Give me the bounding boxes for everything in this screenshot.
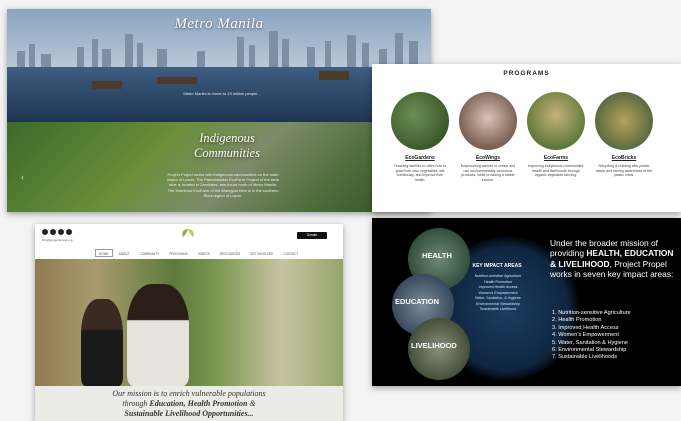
impact-panel: HEALTH EDUCATION LIVELIHOOD KEY IMPACT A… — [372, 218, 681, 386]
indigenous-title-line2: Communities — [194, 146, 260, 160]
donate-button[interactable]: Donate — [297, 232, 327, 239]
mission-line1: Our mission is to enrich vulnerable popu… — [112, 389, 266, 398]
program-label[interactable]: EcoBricks — [592, 155, 656, 161]
key-impact-title: KEY IMPACT AREAS — [472, 263, 522, 269]
health-label: HEALTH — [422, 251, 452, 260]
indigenous-text: Project Propel works with indigenous com… — [167, 172, 279, 198]
indigenous-title-line1: Indigenous — [199, 131, 255, 145]
indigenous-title: Indigenous Communities — [157, 131, 297, 161]
program-description: Improving indigenous communities' health… — [527, 164, 585, 177]
facebook-icon[interactable] — [42, 229, 48, 235]
mission-line3: Sustainable Livelihood Opportunities... — [124, 409, 254, 418]
ecofarms-photo — [527, 92, 585, 150]
contact-email[interactable]: info@projectpropel.org — [42, 238, 72, 242]
mission-line2-post: & — [247, 399, 256, 408]
hero-photo — [35, 259, 343, 386]
ecowings-photo — [459, 92, 517, 150]
twitter-icon[interactable] — [58, 229, 64, 235]
mission-line2-bold: Education, Health Promotion — [149, 399, 248, 408]
program-description: Recycling & building with plastic waste … — [595, 164, 653, 177]
impact-area-item: 5. Water, Sanitation & Hygiene — [552, 339, 628, 346]
program-ecogardens[interactable]: EcoGardens Teaching families in cities h… — [388, 92, 452, 182]
program-ecowings[interactable]: EcoWings Empowering women to create and … — [456, 92, 520, 182]
mission-line2-pre: through — [122, 399, 150, 408]
impact-areas-list: 1. Nutrition-sensitive Agriculture 2. He… — [552, 310, 677, 362]
impact-area-item: 3. Improved Health Access — [552, 324, 619, 331]
project-propel-logo[interactable] — [177, 227, 199, 241]
program-description: Teaching families in cities how to grow … — [393, 164, 447, 182]
nav-home[interactable]: HOME — [95, 249, 113, 257]
impact-area-item: 6. Environmental Stewardship — [552, 347, 627, 354]
instagram-icon[interactable] — [50, 229, 56, 235]
girl-figure — [81, 299, 123, 386]
impact-area-item: 1. Nutrition-sensitive Agriculture — [552, 310, 631, 316]
impact-intro-text: Under the broader mission of providing H… — [550, 238, 675, 280]
program-description: Empowering women to create and use envir… — [460, 164, 516, 182]
livelihood-label: LIVELIHOOD — [411, 341, 457, 350]
metro-manila-text: Metro Manila is home to 13 million peopl… — [183, 91, 261, 96]
youtube-icon[interactable] — [66, 229, 72, 235]
program-label[interactable]: EcoFarms — [524, 155, 588, 161]
ecogardens-photo — [391, 92, 449, 150]
programs-panel: PROGRAMS EcoGardens Teaching families in… — [372, 64, 681, 212]
nav-resources[interactable]: RESOURCES — [216, 249, 244, 257]
impact-area-item: 4. Women's Empowerment — [552, 332, 619, 339]
mission-statement: Our mission is to enrich vulnerable popu… — [35, 386, 343, 421]
metro-manila-panel: Metro Manila Metro Manila is home to 13 … — [7, 9, 431, 212]
program-ecofarms[interactable]: EcoFarms Improving indigenous communitie… — [524, 92, 588, 178]
nav-about[interactable]: ABOUT — [115, 249, 134, 257]
education-label: EDUCATION — [395, 297, 440, 306]
ecobricks-photo — [595, 92, 653, 150]
website-home-panel: info@projectpropel.org Donate HOME ABOUT… — [35, 224, 343, 421]
impact-area-item: 7. Sustainable Livelihoods — [552, 354, 617, 361]
impact-area-item: 2. Health Promotion — [552, 317, 602, 324]
main-nav: HOME ABOUT COMMUNITY PROGRAMS VIDEOS RES… — [95, 249, 303, 257]
programs-title: PROGRAMS — [503, 70, 550, 77]
nav-programs[interactable]: PROGRAMS — [165, 249, 192, 257]
program-ecobricks[interactable]: EcoBricks Recycling & building with plas… — [592, 92, 656, 178]
program-label[interactable]: EcoWings — [456, 155, 520, 161]
nav-videos[interactable]: VIDEOS — [194, 249, 214, 257]
program-label[interactable]: EcoGardens — [388, 155, 452, 161]
key-impact-list: Nutrition-sensitive Agriculture Health P… — [450, 274, 546, 313]
city-skyline-image — [17, 31, 418, 69]
key-impact-item: Sustainable Livelihood — [480, 307, 516, 311]
metro-manila-title: Metro Manila — [174, 16, 264, 32]
nav-community[interactable]: COMMUNITY — [136, 249, 164, 257]
woman-figure — [127, 284, 189, 386]
slide-prev-arrow[interactable]: ‹ — [21, 172, 24, 182]
nav-get-involved[interactable]: GET INVOLVED — [246, 249, 277, 257]
nav-contact[interactable]: CONTACT — [279, 249, 302, 257]
